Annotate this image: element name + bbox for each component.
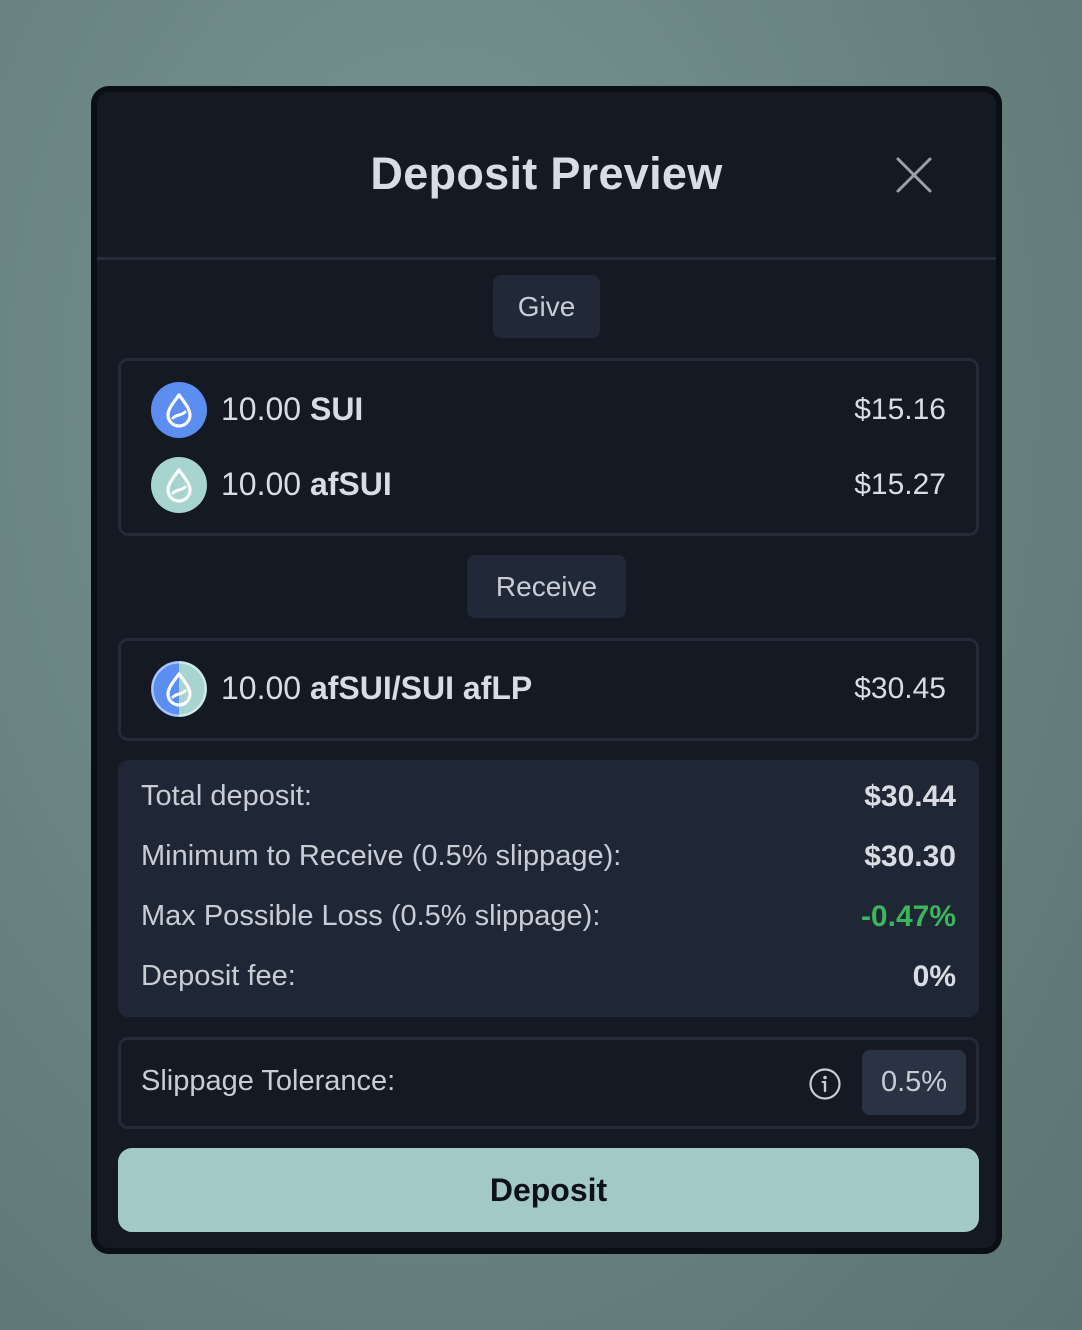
close-icon (896, 157, 932, 193)
afsui-coin-icon (151, 457, 207, 513)
token-row-sui: 10.00 SUI $15.16 (151, 382, 946, 438)
token-amount: 10.00 afSUI/SUI afLP (221, 670, 532, 707)
token-amount-value: 10.00 (221, 466, 302, 502)
token-amount-value: 10.00 (221, 391, 302, 427)
token-symbol: afSUI/SUI afLP (309, 670, 533, 706)
token-symbol: SUI (309, 391, 364, 427)
summary-value: -0.47% (860, 900, 956, 933)
summary-value: $30.30 (864, 840, 956, 873)
token-usd-value: $15.16 (854, 393, 946, 426)
summary-row-total-deposit: Total deposit: $30.44 (141, 778, 956, 818)
token-usd-value: $15.27 (854, 468, 946, 501)
give-token-list: 10.00 SUI $15.16 10.00 afSUI $15.27 (118, 358, 979, 536)
summary-label: Minimum to Receive (0.5% slippage): (141, 840, 622, 872)
slippage-value-button[interactable]: 0.5% (862, 1050, 966, 1115)
info-icon[interactable] (808, 1067, 842, 1101)
token-row-aflp: 10.00 afSUI/SUI afLP $30.45 (151, 661, 946, 717)
sui-coin-icon (151, 382, 207, 438)
close-button[interactable] (894, 155, 934, 195)
token-amount: 10.00 SUI (221, 391, 363, 428)
give-label: Give (493, 275, 600, 338)
deposit-preview-modal: Deposit Preview Give 10.00 SUI $15.16 10… (91, 86, 1002, 1254)
summary-value: 0% (912, 960, 956, 993)
summary-row-max-loss: Max Possible Loss (0.5% slippage): -0.47… (141, 898, 956, 938)
summary-value: $30.44 (864, 780, 956, 813)
summary-label: Total deposit: (141, 780, 312, 812)
slippage-tolerance-row: Slippage Tolerance: 0.5% (118, 1037, 979, 1129)
summary-row-minimum-receive: Minimum to Receive (0.5% slippage): $30.… (141, 838, 956, 878)
deposit-button[interactable]: Deposit (118, 1148, 979, 1232)
deposit-summary: Total deposit: $30.44 Minimum to Receive… (118, 760, 979, 1017)
token-row-afsui: 10.00 afSUI $15.27 (151, 457, 946, 513)
aflp-coin-icon (151, 661, 207, 717)
token-amount: 10.00 afSUI (221, 466, 392, 503)
summary-label: Deposit fee: (141, 960, 296, 992)
receive-token-list: 10.00 afSUI/SUI afLP $30.45 (118, 638, 979, 741)
slippage-label: Slippage Tolerance: (141, 1065, 396, 1097)
receive-label: Receive (467, 555, 626, 618)
summary-label: Max Possible Loss (0.5% slippage): (141, 900, 601, 932)
modal-header: Deposit Preview (97, 92, 996, 260)
modal-title: Deposit Preview (370, 148, 723, 199)
token-usd-value: $30.45 (854, 672, 946, 705)
summary-row-deposit-fee: Deposit fee: 0% (141, 958, 956, 998)
token-amount-value: 10.00 (221, 670, 302, 706)
token-symbol: afSUI (309, 466, 392, 502)
